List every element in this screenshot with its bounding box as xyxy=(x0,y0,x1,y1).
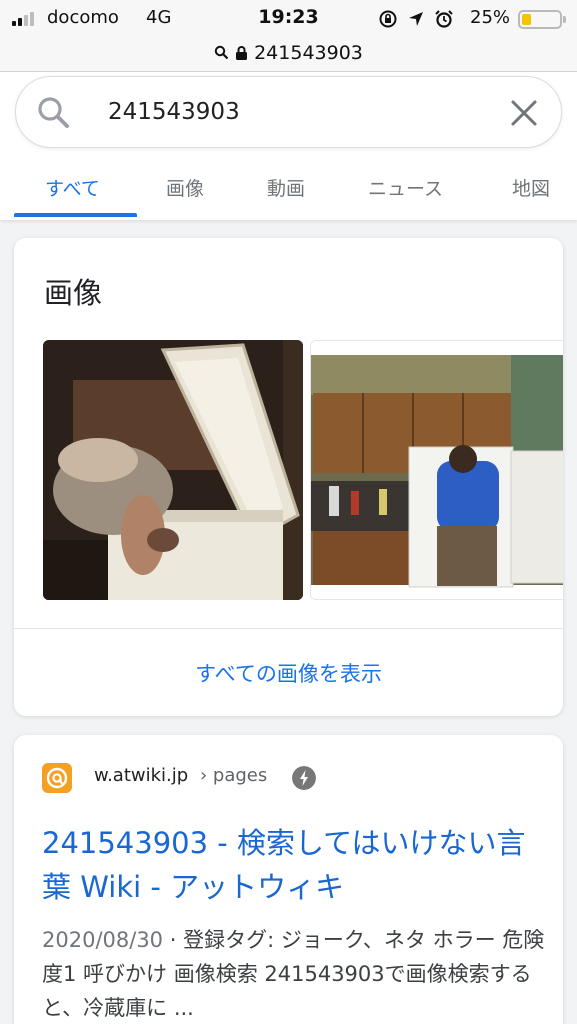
search-box[interactable]: 241543903 xyxy=(15,76,562,148)
search-header: 241543903 すべて 画像 動画 ニュース 地図 xyxy=(0,72,577,220)
amp-lightning-icon xyxy=(292,766,316,790)
tab-images[interactable]: 画像 xyxy=(166,174,204,201)
location-arrow-icon xyxy=(409,12,423,26)
result-title-link[interactable]: 241543903 - 検索してはいけない言葉 Wiki - アットウィキ xyxy=(42,821,547,909)
image-thumbnail[interactable] xyxy=(310,340,563,600)
clear-icon[interactable] xyxy=(510,99,538,127)
search-tabs: すべて 画像 動画 ニュース 地図 xyxy=(0,170,577,220)
battery-icon xyxy=(518,10,562,29)
battery-percent: 25% xyxy=(470,7,511,28)
alarm-icon xyxy=(435,10,453,28)
address-bar[interactable]: 241543903 xyxy=(0,34,577,72)
site-favicon-icon xyxy=(42,763,72,793)
divider xyxy=(14,628,563,629)
result-path: › pages xyxy=(200,765,268,786)
result-snippet: 2020/08/30 · 登録タグ: ジョーク、ネタ ホラー 危険度1 呼びかけ… xyxy=(42,923,552,1024)
images-card: 画像 すべての画像を表示 xyxy=(14,238,563,716)
status-bar: docomo 4G 19:23 25% xyxy=(0,0,577,38)
tab-all[interactable]: すべて xyxy=(45,174,100,201)
tab-maps[interactable]: 地図 xyxy=(512,174,550,201)
address-text: 241543903 xyxy=(254,41,363,64)
orientation-lock-icon xyxy=(379,10,397,28)
active-tab-indicator xyxy=(14,213,137,217)
tab-news[interactable]: ニュース xyxy=(368,174,443,201)
search-icon xyxy=(214,45,229,60)
tab-videos[interactable]: 動画 xyxy=(267,174,305,201)
lock-icon xyxy=(236,45,248,60)
search-icon[interactable] xyxy=(36,95,72,131)
search-input[interactable]: 241543903 xyxy=(108,99,240,125)
show-all-images-link[interactable]: すべての画像を表示 xyxy=(14,658,563,688)
images-section-title: 画像 xyxy=(44,276,103,310)
result-host: w.atwiki.jp xyxy=(94,765,189,786)
image-thumbnail[interactable] xyxy=(43,340,303,600)
result-date: 2020/08/30 xyxy=(42,928,164,952)
search-result-card: w.atwiki.jp › pages 241543903 - 検索してはいけな… xyxy=(14,735,563,1024)
